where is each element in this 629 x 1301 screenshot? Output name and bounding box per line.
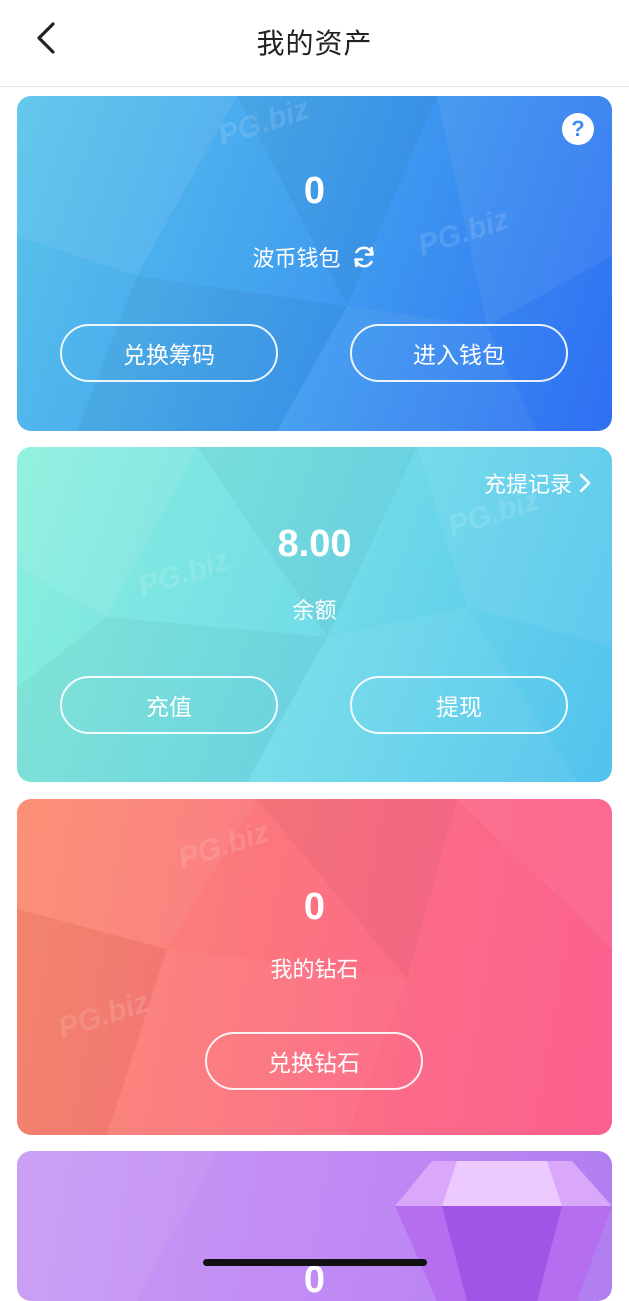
wallet-amount: 0	[303, 170, 326, 212]
top-nav-bar: 我的资产	[0, 0, 629, 87]
balance-card: 充提记录 8.00 余额 充值 提现 PG.biz PG.biz	[17, 447, 612, 782]
home-indicator	[203, 1259, 427, 1266]
recharge-button[interactable]: 充值	[60, 676, 278, 734]
refresh-icon[interactable]	[351, 244, 377, 270]
watermark: PG.biz	[214, 96, 314, 153]
watermark: PG.biz	[54, 985, 154, 1046]
wallet-label-row: 波币钱包	[17, 241, 612, 273]
wallet-card: ? 0 波币钱包 兑换筹码 进入钱包 PG.biz PG.biz	[17, 96, 612, 431]
balance-amount: 8.00	[277, 523, 352, 565]
withdraw-button[interactable]: 提现	[350, 676, 568, 734]
wallet-label: 波币钱包	[252, 247, 341, 272]
page-title: 我的资产	[256, 27, 373, 60]
diamond-label: 我的钻石	[270, 958, 359, 983]
exchange-chips-button[interactable]: 兑换筹码	[60, 324, 278, 382]
exchange-diamonds-button[interactable]: 兑换钻石	[205, 1032, 423, 1090]
records-link-label: 充提记录	[483, 473, 572, 498]
balance-label: 余额	[292, 599, 337, 624]
diamond-amount: 0	[303, 886, 326, 928]
enter-wallet-button[interactable]: 进入钱包	[350, 324, 568, 382]
records-link[interactable]: 充提记录	[484, 467, 592, 499]
diamond-card: 0 我的钻石 兑换钻石 PG.biz PG.biz	[17, 799, 612, 1135]
fourth-asset-card: 0	[17, 1151, 612, 1301]
help-icon[interactable]: ?	[562, 113, 594, 145]
watermark: PG.biz	[174, 815, 274, 876]
chevron-right-icon	[579, 473, 591, 493]
